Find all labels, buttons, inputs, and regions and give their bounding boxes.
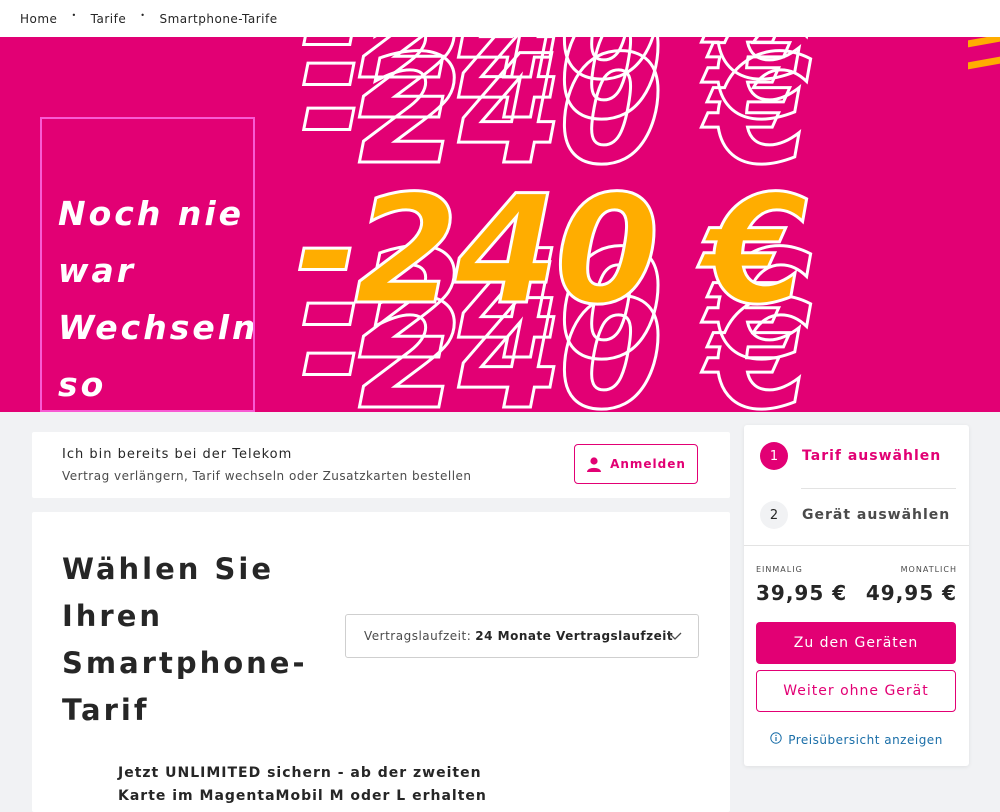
promo-line: Jetzt UNLIMITED sichern - ab der zweiten: [118, 765, 482, 781]
tariff-card: Wählen Sie Ihren Smartphone- Tarif Vertr…: [32, 512, 730, 812]
breadcrumb-smartphone-tarife: Smartphone-Tarife: [159, 11, 278, 26]
login-button-label: Anmelden: [610, 457, 686, 471]
promo-line: Karte im MagentaMobil M oder L erhalten: [118, 788, 487, 804]
offer-text: -240 €: [296, 164, 808, 338]
monthly-price-value: 49,95 €: [865, 581, 957, 605]
page-title-line: Tarif: [62, 693, 150, 727]
user-icon: [586, 456, 602, 472]
step-label: Tarif auswählen: [802, 448, 942, 464]
promo-text: Jetzt UNLIMITED sichern - ab der zweiten…: [118, 762, 538, 808]
order-sidebar: 1 Tarif auswählen 2 Gerät auswählen EINM…: [744, 425, 969, 766]
to-devices-button[interactable]: Zu den Geräten: [756, 622, 956, 664]
continue-without-device-button[interactable]: Weiter ohne Gerät: [756, 670, 956, 712]
login-button[interactable]: Anmelden: [574, 444, 698, 484]
page-title-line: Ihren: [62, 599, 164, 633]
login-subtitle: Vertrag verlängern, Tarif wechseln oder …: [62, 469, 472, 483]
breadcrumb-tarife[interactable]: Tarife: [91, 12, 127, 26]
price-overview-link-label: Preisübersicht anzeigen: [788, 732, 943, 747]
info-icon: [770, 732, 782, 747]
step-tarif[interactable]: 1 Tarif auswählen: [760, 442, 941, 470]
step-number: 2: [760, 501, 788, 529]
once-price-value: 39,95 €: [756, 581, 848, 605]
breadcrumb-home[interactable]: Home: [20, 12, 57, 26]
step-geraet[interactable]: 2 Gerät auswählen: [760, 501, 950, 529]
decorative-stripes: [968, 37, 1000, 70]
login-card: Ich bin bereits bei der Telekom Vertrag …: [32, 432, 730, 498]
sidebar-divider: [744, 545, 969, 546]
contract-term-value: 24 Monate Vertragslaufzeit: [475, 629, 674, 643]
page-title-line: Smartphone-: [62, 646, 308, 680]
step-label: Gerät auswählen: [802, 507, 951, 523]
page-title: Wählen Sie Ihren Smartphone- Tarif: [62, 546, 308, 734]
contract-term-label: Vertragslaufzeit:: [364, 629, 472, 643]
page-title-line: Wählen Sie: [62, 552, 275, 586]
monthly-price-label: MONATLICH: [900, 565, 957, 574]
step-number: 1: [760, 442, 788, 470]
contract-term-select[interactable]: Vertragslaufzeit: 24 Monate Vertragslauf…: [345, 614, 699, 658]
breadcrumb-separator: •: [71, 11, 77, 20]
breadcrumb: Home • Tarife • Smartphone-Tarife: [0, 0, 1000, 37]
chevron-down-icon: [668, 629, 682, 646]
breadcrumb-separator: •: [140, 11, 146, 20]
price-overview-link[interactable]: Preisübersicht anzeigen: [744, 732, 969, 747]
step-divider: [801, 488, 956, 489]
once-price-label: EINMALIG: [756, 565, 803, 574]
login-title: Ich bin bereits bei der Telekom: [62, 447, 293, 462]
hero-text-frame: [40, 117, 255, 412]
